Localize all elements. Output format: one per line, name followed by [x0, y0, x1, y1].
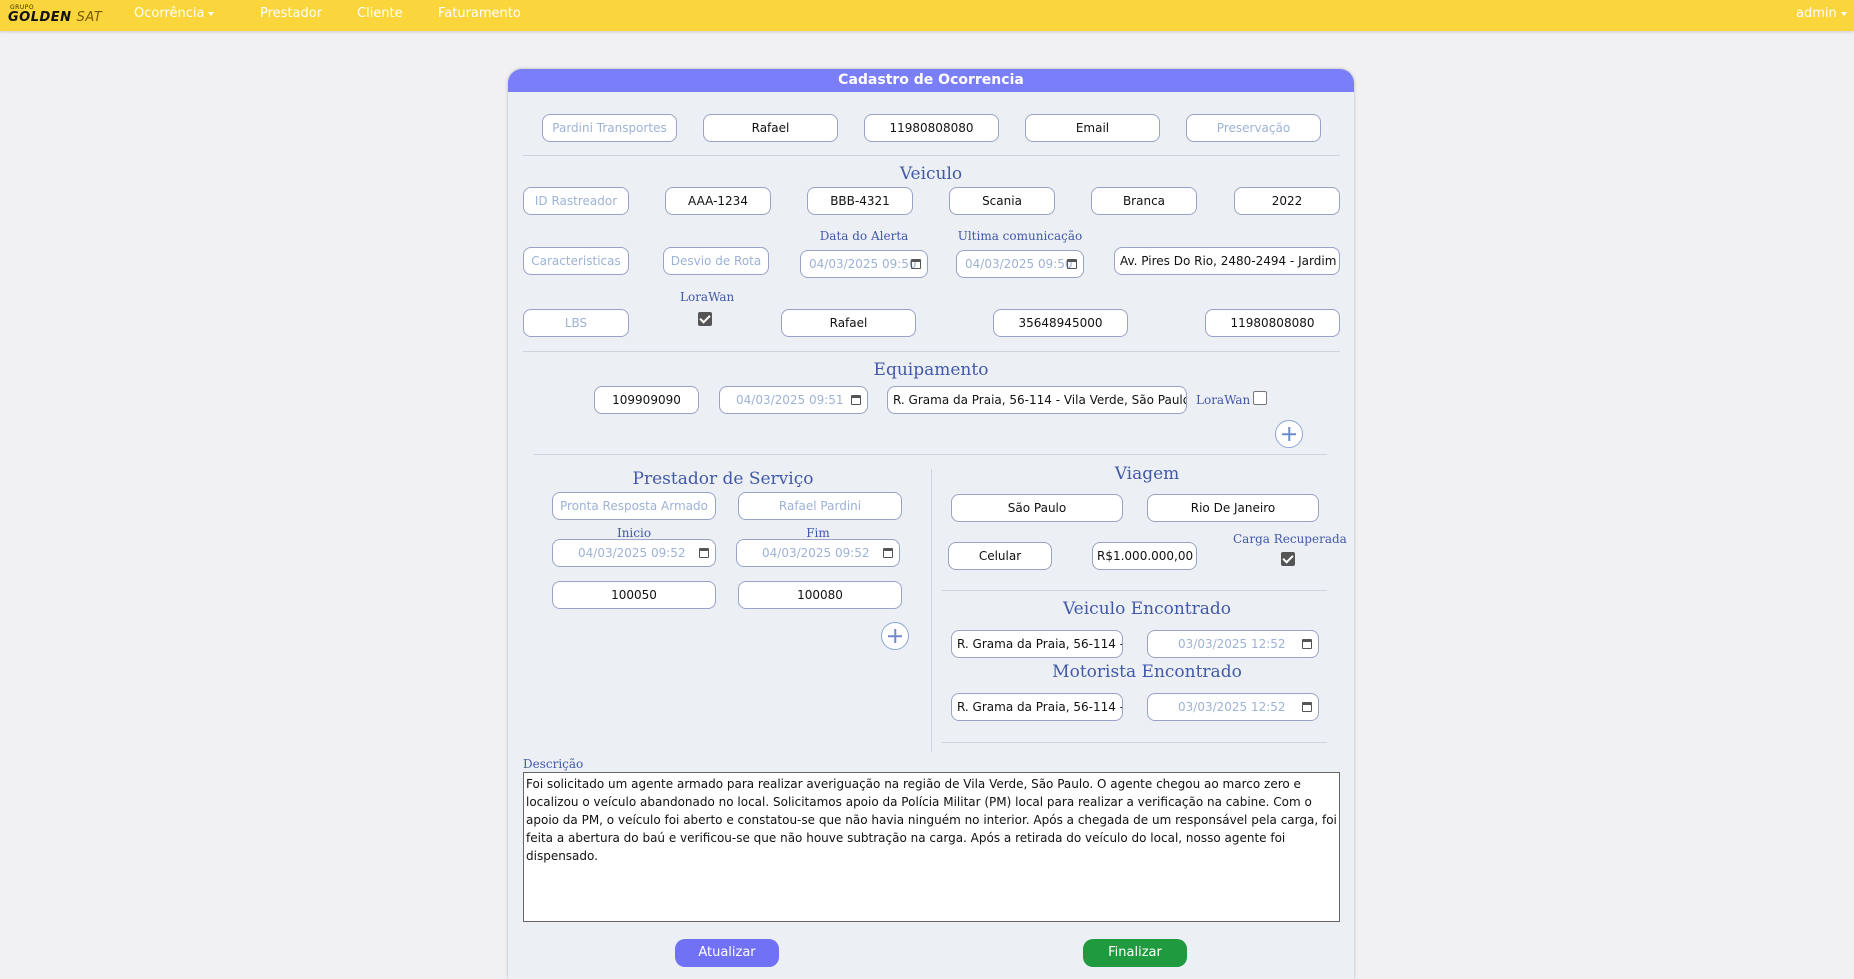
veiculo-encontrado-data-input[interactable]: 03/03/2025 12:52 [1147, 630, 1319, 658]
calendar-icon[interactable] [851, 395, 861, 405]
contato-input[interactable]: Rafael [703, 114, 838, 142]
prestador-section-title: Prestador de Serviço [632, 469, 814, 489]
data-alerta-input[interactable]: 04/03/2025 09:50 [800, 250, 928, 278]
veiculo-section-title: Veiculo [899, 164, 963, 184]
nav-ocorrencia-dropdown[interactable]: Ocorrência [134, 6, 215, 21]
equipamento-lorawan-checkbox[interactable] [1253, 391, 1267, 405]
nav-cliente[interactable]: Cliente [357, 6, 403, 21]
marca-input[interactable]: Scania [949, 187, 1055, 215]
lorawan-checkbox[interactable] [698, 312, 712, 326]
chevron-down-icon [208, 11, 215, 16]
caracteristicas-input[interactable]: Caracteristicas [523, 247, 629, 275]
calendar-icon[interactable] [1302, 702, 1312, 712]
motorista-encontrado-endereco-input[interactable]: R. Grama da Praia, 56-114 - Vila Verde [951, 693, 1123, 721]
nav-admin-dropdown[interactable]: admin [1796, 6, 1847, 21]
placa-carreta-input[interactable]: BBB-4321 [807, 187, 913, 215]
page-title: Cadastro de Ocorrencia [508, 69, 1354, 92]
divider [523, 155, 1340, 156]
divider [523, 351, 1340, 352]
viagem-section-title: Viagem [1114, 464, 1180, 484]
veiculo-encontrado-title: Veiculo Encontrado [1062, 599, 1232, 619]
preservacao-input[interactable]: Preservação [1186, 114, 1321, 142]
desvio-rota-input[interactable]: Desvio de Rota [663, 247, 769, 275]
placa-input[interactable]: AAA-1234 [665, 187, 771, 215]
equipamento-id-input[interactable]: 109909090 [594, 386, 699, 414]
tipo-prestador-input[interactable]: Pronta Resposta Armado [552, 492, 716, 520]
carga-input[interactable]: Celular [948, 542, 1052, 570]
top-navbar: GRUPO GOLDEN SAT Ocorrência Prestador Cl… [0, 0, 1854, 31]
add-equipamento-icon[interactable] [1275, 420, 1303, 448]
lbs-input[interactable]: LBS [523, 309, 629, 337]
motorista-encontrado-title: Motorista Encontrado [1052, 662, 1242, 682]
id-rastreador-input[interactable]: ID Rastreador [523, 187, 629, 215]
ultima-comunicacao-input[interactable]: 04/03/2025 09:50 [956, 250, 1084, 278]
calendar-icon[interactable] [1067, 259, 1077, 269]
fim-label: Fim [806, 526, 830, 540]
inicio-label: Inicio [616, 526, 652, 540]
inicio-input[interactable]: 04/03/2025 09:52 [552, 539, 716, 567]
divider [942, 590, 1327, 591]
calendar-icon[interactable] [911, 259, 921, 269]
ano-input[interactable]: 2022 [1234, 187, 1340, 215]
motorista-encontrado-data-input[interactable]: 03/03/2025 12:52 [1147, 693, 1319, 721]
email-input[interactable]: Email [1025, 114, 1160, 142]
cadastro-ocorrencia-card: Cadastro de Ocorrencia Pardini Transport… [508, 69, 1354, 979]
logo-text: GOLDEN SAT [8, 10, 103, 25]
km-inicial-input[interactable]: 100050 [552, 581, 716, 609]
divider [534, 454, 1327, 455]
nav-faturamento[interactable]: Faturamento [438, 6, 521, 21]
ultima-comunicacao-label: Ultima comunicação [957, 229, 1083, 243]
nav-prestador[interactable]: Prestador [260, 6, 322, 21]
origem-input[interactable]: São Paulo [951, 494, 1123, 522]
calendar-icon[interactable] [883, 548, 893, 558]
calendar-icon[interactable] [1302, 639, 1312, 649]
cliente-input[interactable]: Pardini Transportes [542, 114, 677, 142]
documento-motorista-input[interactable]: 35648945000 [993, 309, 1128, 337]
equipamento-lorawan-label: LoraWan [1196, 393, 1251, 407]
carga-recuperada-checkbox[interactable] [1281, 552, 1295, 566]
km-final-input[interactable]: 100080 [738, 581, 902, 609]
golden-sat-logo[interactable]: GRUPO GOLDEN SAT [8, 4, 106, 26]
telefone-motorista-input[interactable]: 11980808080 [1205, 309, 1340, 337]
endereco-veiculo-input[interactable]: Av. Pires Do Rio, 2480-2494 - Jardim Sao… [1114, 247, 1340, 275]
descricao-label: Descrição [523, 757, 584, 771]
equipamento-data-input[interactable]: 04/03/2025 09:51 [719, 386, 868, 414]
destino-input[interactable]: Rio De Janeiro [1147, 494, 1319, 522]
fim-input[interactable]: 04/03/2025 09:52 [736, 539, 900, 567]
divider [942, 742, 1327, 743]
valor-carga-input[interactable]: R$1.000.000,00 [1092, 542, 1197, 570]
data-alerta-label: Data do Alerta [819, 229, 909, 243]
equipamento-endereco-input[interactable]: R. Grama da Praia, 56-114 - Vila Verde, … [887, 386, 1187, 414]
add-prestador-icon[interactable] [881, 622, 909, 650]
cor-input[interactable]: Branca [1091, 187, 1197, 215]
column-divider [931, 469, 932, 752]
carga-recuperada-label: Carga Recuperada [1233, 532, 1347, 546]
veiculo-encontrado-endereco-input[interactable]: R. Grama da Praia, 56-114 - Vila Verde [951, 630, 1123, 658]
calendar-icon[interactable] [699, 548, 709, 558]
motorista-input[interactable]: Rafael [781, 309, 916, 337]
descricao-textarea[interactable]: Foi solicitado um agente armado para rea… [523, 772, 1340, 922]
telefone-input[interactable]: 11980808080 [864, 114, 999, 142]
nome-prestador-input[interactable]: Rafael Pardini [738, 492, 902, 520]
equipamento-section-title: Equipamento [873, 360, 989, 380]
chevron-down-icon [1840, 11, 1847, 16]
lorawan-label: LoraWan [680, 290, 735, 304]
